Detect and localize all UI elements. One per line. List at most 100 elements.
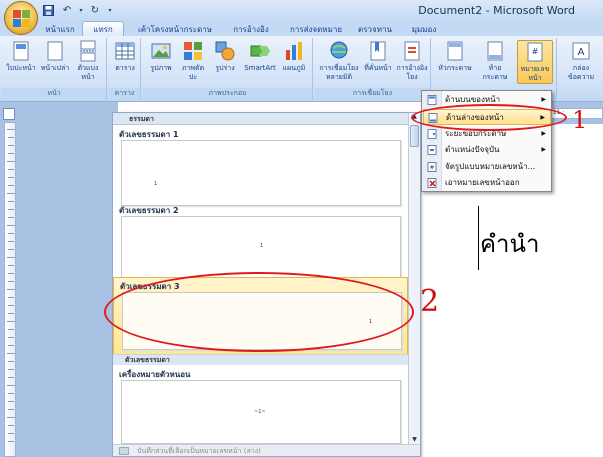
ruler-tick [8,153,14,154]
chart-icon [286,42,302,60]
tab-home[interactable]: หน้าแรก [40,21,80,37]
tab-references[interactable]: การอ้างอิง [224,21,278,37]
text-cursor [478,206,479,270]
gallery-scrollbar[interactable]: ▲ ▼ [408,113,420,446]
text-box-button[interactable]: A กล่องข้อความ [563,40,599,82]
remove-page-numbers-icon [427,178,437,188]
ruler-tick [8,241,14,242]
ruler-tick [7,353,15,354]
hyperlink-button[interactable]: การเชื่อมโยงหลายมิติ [317,40,361,82]
tab-view[interactable]: มุมมอง [402,21,446,37]
undo-dropdown-icon[interactable]: ▾ [78,3,84,17]
preview-page-number: ~1~ [254,409,266,415]
group-label-illustrations: ภาพประกอบ [143,88,312,98]
clip-art-icon [184,42,202,60]
quick-access-toolbar: ↶ ▾ ↻ ▾ [40,3,114,17]
ruler-tick [7,385,15,386]
ruler-tick [8,433,14,434]
page-break-button[interactable]: ตัวแบ่งหน้า [72,40,104,82]
cover-page-button[interactable]: ใบปะหน้า [6,40,36,73]
ruler-tick [8,249,14,250]
chart-button[interactable]: แผนภูมิ [279,40,309,73]
submenu-arrow-icon: ▶ [541,146,546,153]
bookmark-button[interactable]: ที่คั่นหน้า [363,40,393,73]
table-button[interactable]: ตาราง [111,40,139,73]
undo-icon[interactable]: ↶ [59,3,75,17]
annotation-ring-2 [104,272,414,352]
submenu-arrow-icon: ▶ [541,96,546,103]
tab-selector-icon[interactable] [3,108,15,120]
office-logo-icon [13,10,30,27]
smartart-button[interactable]: SmartArt [243,40,277,73]
submenu-arrow-icon: ▶ [541,130,546,137]
ruler-tick [8,201,14,202]
ruler-tick [8,137,14,138]
top-of-page-icon [427,95,437,105]
save-selection-to-gallery: บันทึกส่วนที่เลือกเป็นหมายเลขหน้า (ล่าง) [113,444,420,456]
bookmark-icon [370,41,386,61]
ruler-tick [8,305,14,306]
tab-page-layout[interactable]: เค้าโครงหน้ากระดาษ [130,21,220,37]
menu-item-current-position[interactable]: ตำแหน่งปัจจุบัน ▶ [423,142,551,158]
ruler-tick [8,361,14,362]
hyperlink-icon [330,41,348,59]
group-tables: ตาราง ตาราง [109,38,141,100]
shapes-button[interactable]: รูปร่าง [211,40,239,73]
svg-text:#: # [429,165,434,172]
group-label-pages: หน้า [2,88,106,98]
ruler-tick [8,273,14,274]
ruler-tick [8,377,14,378]
customize-toolbar-icon[interactable]: ▾ [106,3,114,17]
ribbon-tabs: หน้าแรก แทรก เค้าโครงหน้ากระดาษ การอ้างอ… [0,20,603,37]
left-panel-background [0,102,118,457]
ruler-tick [8,297,14,298]
group-illustrations: รูปภาพ ภาพตัดปะ รูปร่าง SmartArt แผนภูมิ… [143,38,313,100]
gallery-item-tilde[interactable]: เครื่องหมายตัวหนอน ~1~ [113,366,408,446]
office-button[interactable] [4,1,38,35]
ruler-tick [7,321,15,322]
ruler-tick [8,425,14,426]
footer-icon [487,41,503,61]
svg-text:A: A [578,47,585,58]
menu-item-remove-page-numbers[interactable]: เอาหมายเลขหน้าออก [423,175,551,191]
ruler-tick [8,281,14,282]
annotation-ring-1 [411,104,567,131]
tab-review[interactable]: ตรวจทาน [352,21,398,37]
page-number-button[interactable]: # หมายเลขหน้า [517,40,553,84]
current-position-icon [427,145,437,155]
ruler-tick [7,289,15,290]
cross-reference-button[interactable]: การอ้างอิงโยง [395,40,429,82]
ruler-tick [8,345,14,346]
group-label-tables: ตาราง [109,88,140,98]
menu-item-format-page-numbers[interactable]: # จัดรูปแบบหมายเลขหน้า... [423,159,551,175]
group-pages: ใบปะหน้า หน้าเปล่า ตัวแบ่งหน้า หน้า [2,38,107,100]
ruler-tick [7,193,15,194]
cover-page-icon [13,41,29,61]
save-icon[interactable] [40,3,56,17]
clip-art-button[interactable]: ภาพตัดปะ [179,40,207,82]
gallery-item-plain-number-1[interactable]: ตัวเลขธรรมดา 1 1 [113,126,408,210]
group-label-links: การเชื่อมโยง [315,88,430,98]
ruler-tick [7,129,15,130]
header-button[interactable]: หัวกระดาษ [437,40,473,73]
save-selection-icon [119,447,129,455]
group-links: การเชื่อมโยงหลายมิติ ที่คั่นหน้า การอ้าง… [315,38,431,100]
ruler-tick [8,441,14,442]
redo-icon[interactable]: ↻ [87,3,103,17]
tab-mailings[interactable]: การส่งจดหมาย [282,21,350,37]
picture-button[interactable]: รูปภาพ [147,40,175,73]
picture-icon [151,43,171,59]
footer-button[interactable]: ท้ายกระดาษ [477,40,513,82]
document-text[interactable]: คำนำ [480,224,539,263]
preview-page-number: 1 [260,243,264,249]
ruler-tick [8,329,14,330]
ruler-tick [8,313,14,314]
vertical-ruler[interactable] [4,122,16,457]
blank-page-button[interactable]: หน้าเปล่า [40,40,70,73]
page-number-icon: # [527,42,543,62]
scroll-thumb[interactable] [410,125,419,147]
ruler-tick [8,209,14,210]
tab-insert[interactable]: แทรก [82,21,124,37]
ruler-tick [8,409,14,410]
ruler-tick [8,393,14,394]
